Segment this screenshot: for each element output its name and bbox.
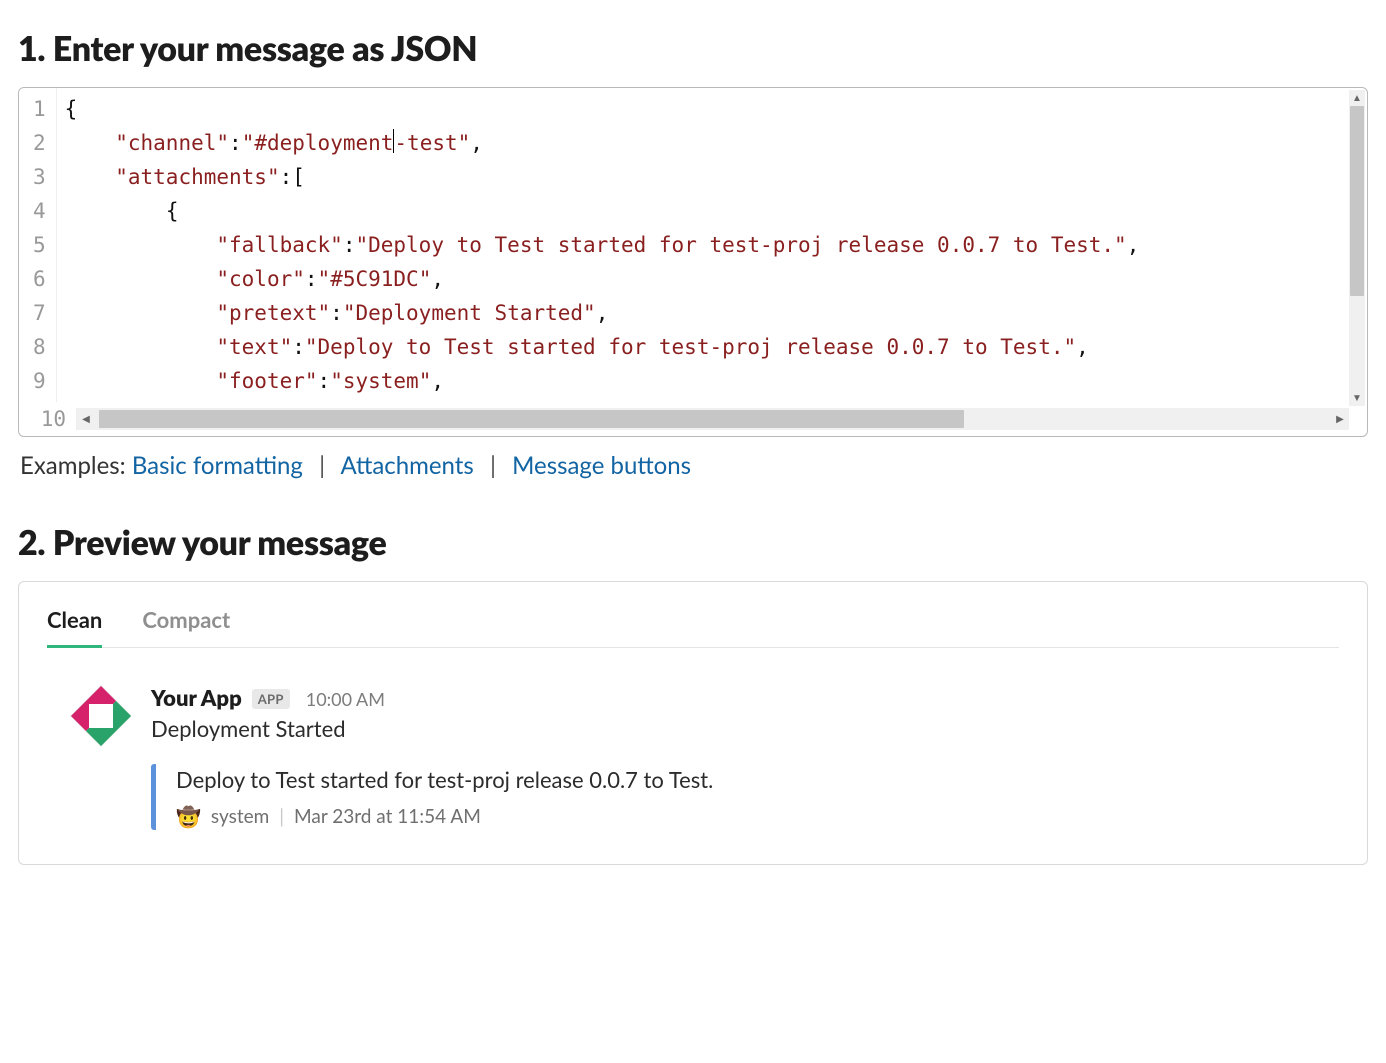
section-1-heading: 1. Enter your message as JSON bbox=[18, 28, 1368, 69]
examples-label: Examples: bbox=[20, 451, 126, 480]
scroll-left-icon[interactable]: ◀ bbox=[77, 408, 95, 430]
editor-vertical-scrollbar[interactable]: ▲ ▼ bbox=[1349, 90, 1365, 406]
footer-icon: 🤠 bbox=[176, 807, 201, 827]
message-timestamp: 10:00 AM bbox=[306, 688, 385, 710]
attachment-footer: system bbox=[211, 805, 269, 828]
footer-separator: | bbox=[279, 805, 284, 828]
examples-separator: | bbox=[319, 451, 325, 480]
attachment-block: Deploy to Test started for test-proj rel… bbox=[151, 764, 1339, 830]
tab-compact[interactable]: Compact bbox=[142, 602, 230, 647]
scroll-right-icon[interactable]: ▶ bbox=[1331, 408, 1349, 430]
scroll-up-icon[interactable]: ▲ bbox=[1349, 90, 1365, 106]
editor-code-area[interactable]: { "channel":"#deployment-test", "attachm… bbox=[57, 88, 1367, 402]
section-2-heading: 2. Preview your message bbox=[18, 522, 1368, 563]
examples-row: Examples: Basic formatting | Attachments… bbox=[20, 451, 1366, 480]
editor-horizontal-scrollbar[interactable]: 10 ◀ ▶ bbox=[19, 408, 1367, 430]
preview-message: Your App APP 10:00 AM Deployment Started… bbox=[47, 684, 1339, 830]
scroll-thumb-vertical[interactable] bbox=[1350, 106, 1364, 296]
app-badge: APP bbox=[252, 689, 290, 709]
message-pretext: Deployment Started bbox=[151, 715, 1339, 742]
example-link-basic-formatting[interactable]: Basic formatting bbox=[132, 451, 303, 480]
preview-tabs: Clean Compact bbox=[47, 602, 1339, 648]
scroll-thumb-horizontal[interactable] bbox=[99, 410, 964, 428]
example-link-message-buttons[interactable]: Message buttons bbox=[512, 451, 691, 480]
tab-clean[interactable]: Clean bbox=[47, 602, 102, 648]
sender-name: Your App bbox=[151, 684, 242, 711]
example-link-attachments[interactable]: Attachments bbox=[340, 451, 473, 480]
app-avatar-icon bbox=[69, 684, 133, 748]
json-editor[interactable]: 123456789 { "channel":"#deployment-test"… bbox=[18, 87, 1368, 437]
editor-line-number-10: 10 bbox=[19, 408, 77, 430]
editor-line-gutter: 123456789 bbox=[19, 88, 57, 402]
attachment-text: Deploy to Test started for test-proj rel… bbox=[176, 766, 1339, 793]
scroll-down-icon[interactable]: ▼ bbox=[1349, 390, 1365, 406]
attachment-footer-timestamp: Mar 23rd at 11:54 AM bbox=[294, 805, 481, 828]
preview-pane: Clean Compact Your App APP 10:00 AM Depl… bbox=[18, 581, 1368, 865]
examples-separator: | bbox=[490, 451, 496, 480]
